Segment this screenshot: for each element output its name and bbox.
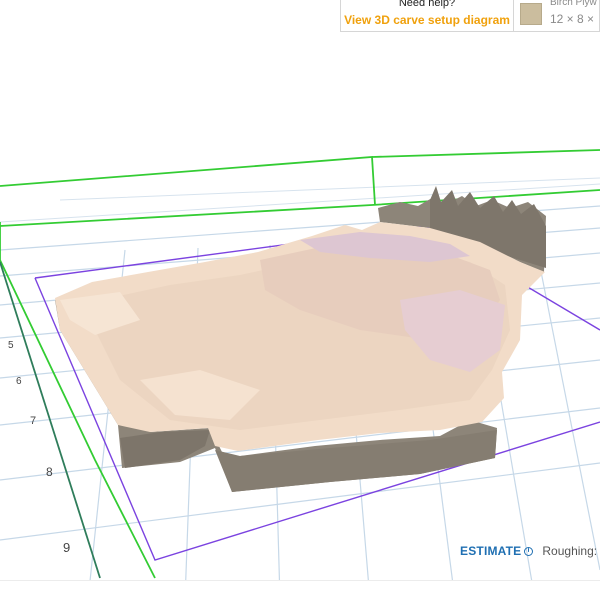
axis-label-9: 9	[63, 540, 70, 555]
material-dimensions: 12 × 8 ×	[550, 12, 595, 26]
estimate-bar: ESTIMATE Roughing: 2	[460, 542, 600, 560]
help-section: Need help? View 3D carve setup diagram	[341, 0, 513, 31]
carved-terrain	[55, 186, 546, 492]
material-swatch	[520, 3, 542, 25]
3d-carve-viewport[interactable]: 5 6 7 8 9	[0, 0, 600, 600]
axis-label-6: 6	[16, 376, 22, 387]
bottom-bar	[0, 580, 600, 600]
material-name: Birch Plyw	[550, 0, 597, 8]
axis-label-8: 8	[46, 465, 53, 479]
axis-label-7: 7	[30, 415, 36, 427]
help-title: Need help?	[398, 0, 456, 9]
estimate-button[interactable]: ESTIMATE	[460, 544, 534, 558]
estimate-label: ESTIMATE	[460, 544, 522, 558]
axis-label-5: 5	[8, 340, 14, 351]
roughing-label: Roughing:	[542, 544, 598, 558]
3d-scene[interactable]: 5 6 7 8 9	[0, 0, 600, 600]
help-panel: Need help? View 3D carve setup diagram B…	[340, 0, 600, 32]
material-selector[interactable]: Birch Plyw 12 × 8 ×	[513, 0, 600, 32]
setup-diagram-link[interactable]: View 3D carve setup diagram	[341, 13, 513, 27]
info-icon	[524, 546, 534, 556]
